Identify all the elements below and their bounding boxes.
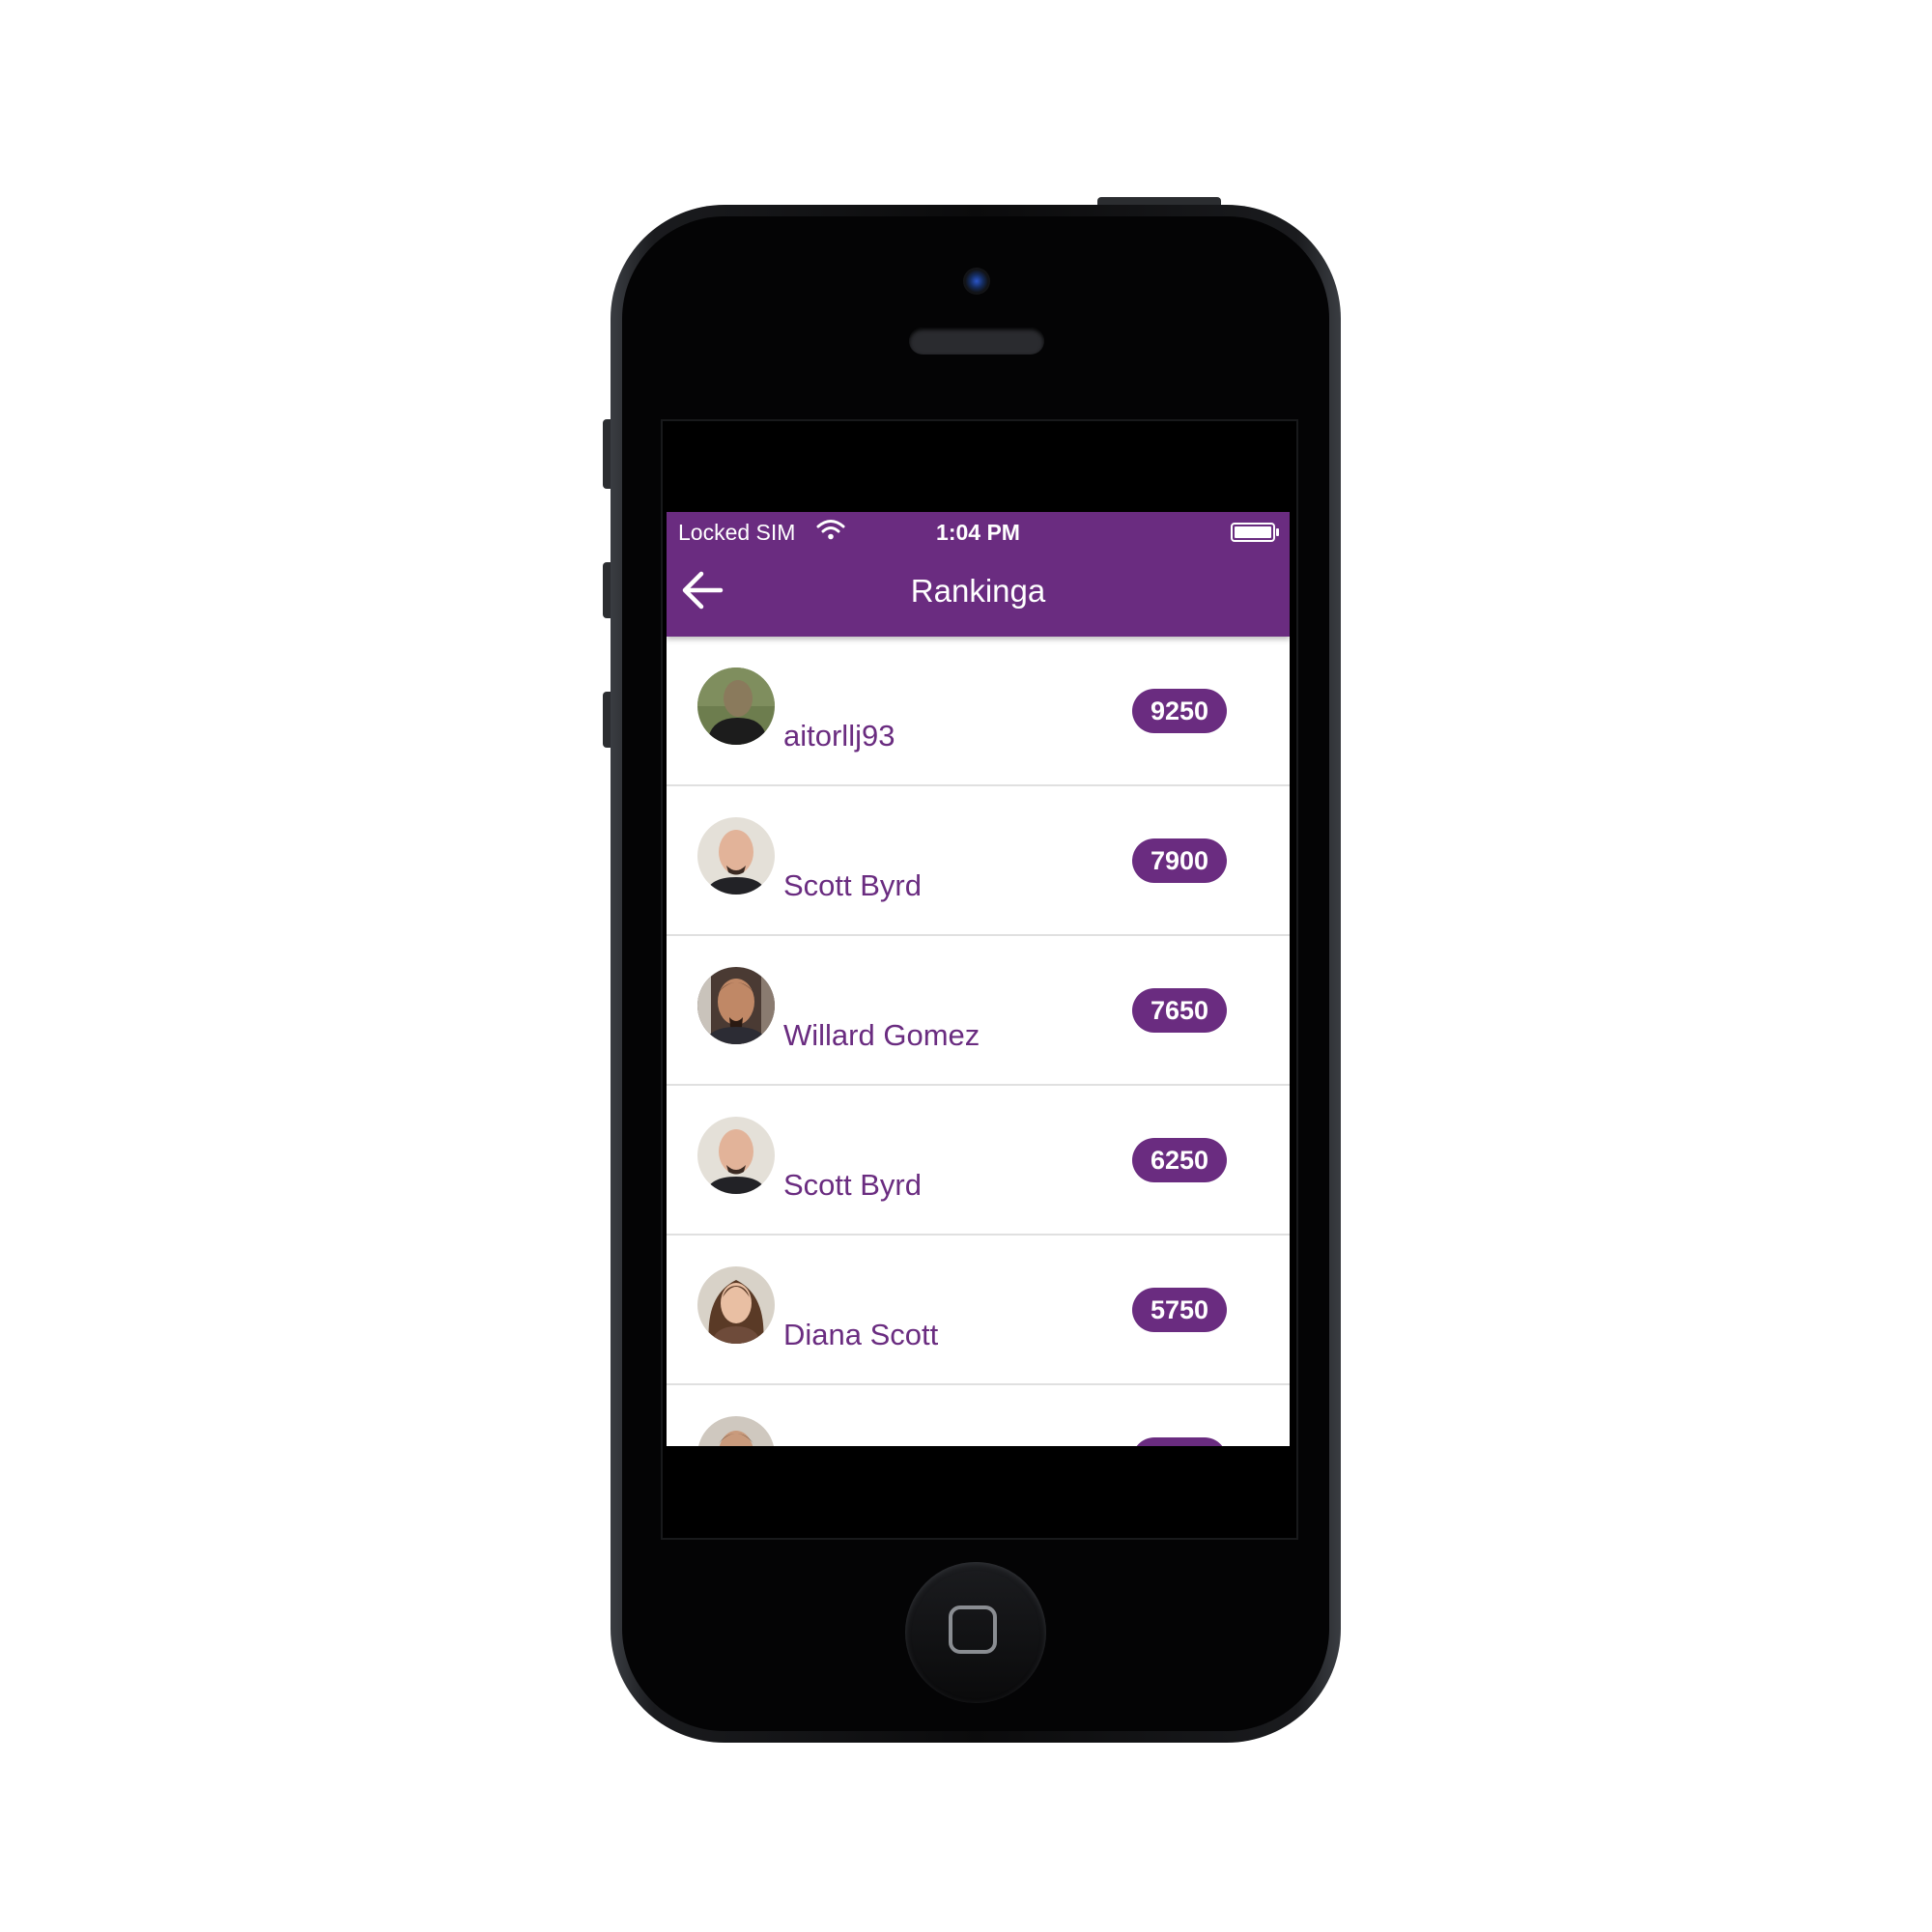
ranking-row[interactable]: Scott Byrd 7900 [667,786,1290,936]
page-title: Rankinga [910,573,1046,609]
home-button[interactable] [905,1562,1046,1703]
avatar [697,817,775,895]
avatar [697,668,775,745]
score-badge: 7900 [1132,838,1227,883]
ranking-row[interactable]: Willard Gomez 7650 [667,936,1290,1086]
ranking-row[interactable]: Scott Byrd 6250 [667,1086,1290,1236]
user-name: aitorllj93 [783,719,895,753]
earpiece-speaker [909,327,1044,355]
user-name: Scott Byrd [783,868,922,902]
status-time: 1:04 PM [936,520,1020,545]
app-bar: Locked SIM 1:04 PM Rankinga [667,512,1290,637]
ranking-row[interactable]: aitorllj93 9250 [667,637,1290,786]
score-badge: 7650 [1132,988,1227,1033]
status-bar: Locked SIM 1:04 PM [667,512,1290,553]
user-name: Scott Byrd [783,1168,922,1202]
user-name: Diana Scott [783,1318,939,1351]
ranking-row[interactable]: Diana Scott 5750 [667,1236,1290,1385]
ranking-list: aitorllj93 9250 Scott Byrd 7900 Willard … [667,637,1290,1446]
battery-full-icon [1231,523,1279,542]
app-screen: Locked SIM 1:04 PM Rankinga aitorllj93 9… [667,512,1290,1446]
ranking-row[interactable] [667,1385,1290,1446]
score-badge: 6250 [1132,1138,1227,1182]
avatar [697,1117,775,1194]
score-badge [1132,1437,1227,1446]
score-badge: 5750 [1132,1288,1227,1332]
avatar [697,1416,775,1446]
avatar [697,1266,775,1344]
avatar [697,967,775,1044]
device-frame: Locked SIM 1:04 PM Rankinga aitorllj93 9… [0,0,1932,1932]
home-square-icon [949,1605,997,1654]
user-name: Willard Gomez [783,1018,980,1052]
front-camera [963,268,990,295]
score-badge: 9250 [1132,689,1227,733]
